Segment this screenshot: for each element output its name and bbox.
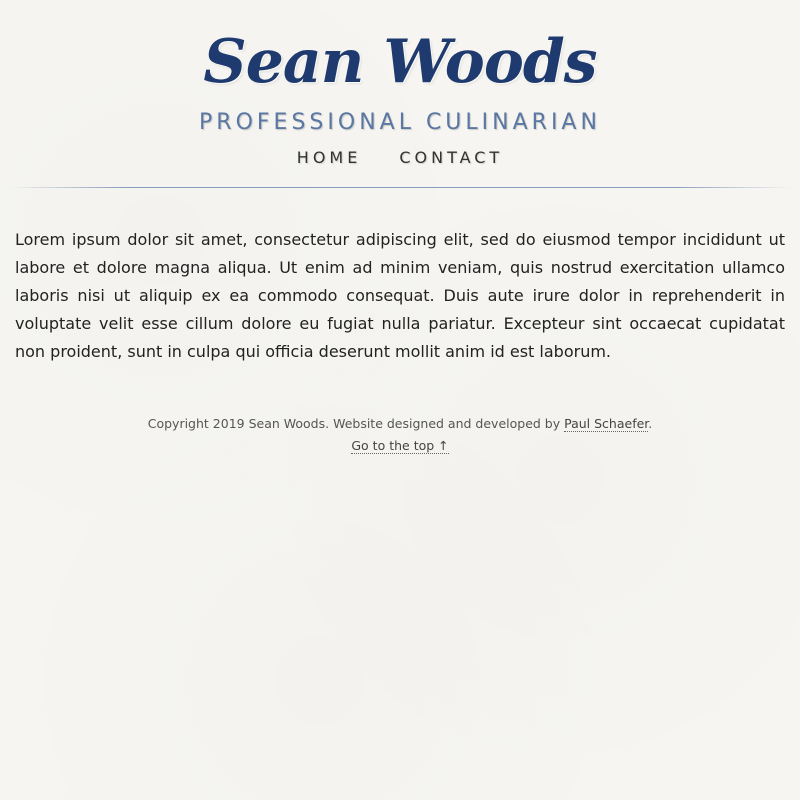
main-content: Lorem ipsum dolor sit amet, consectetur … — [15, 226, 785, 366]
copyright-period: . — [648, 416, 653, 431]
header-divider — [8, 187, 792, 188]
site-header: Sean Woods PROFESSIONAL CULINARIAN HOME … — [0, 0, 800, 172]
developer-link[interactable]: Paul Schaefer — [564, 416, 649, 432]
body-paragraph: Lorem ipsum dolor sit amet, consectetur … — [15, 230, 785, 361]
back-to-top-line: Go to the top ↑ — [0, 435, 800, 457]
site-footer: Copyright 2019 Sean Woods. Website desig… — [0, 413, 800, 457]
copyright-line: Copyright 2019 Sean Woods. Website desig… — [0, 413, 800, 435]
main-nav: HOME CONTACT — [0, 144, 800, 172]
back-to-top-link[interactable]: Go to the top ↑ — [351, 438, 449, 454]
site-tagline: PROFESSIONAL CULINARIAN — [199, 110, 601, 135]
copyright-text: Copyright 2019 Sean Woods. Website desig… — [147, 416, 565, 431]
nav-contact-link[interactable]: CONTACT — [399, 144, 503, 172]
site-name: Sean Woods — [203, 27, 597, 97]
nav-home-link[interactable]: HOME — [297, 144, 362, 172]
